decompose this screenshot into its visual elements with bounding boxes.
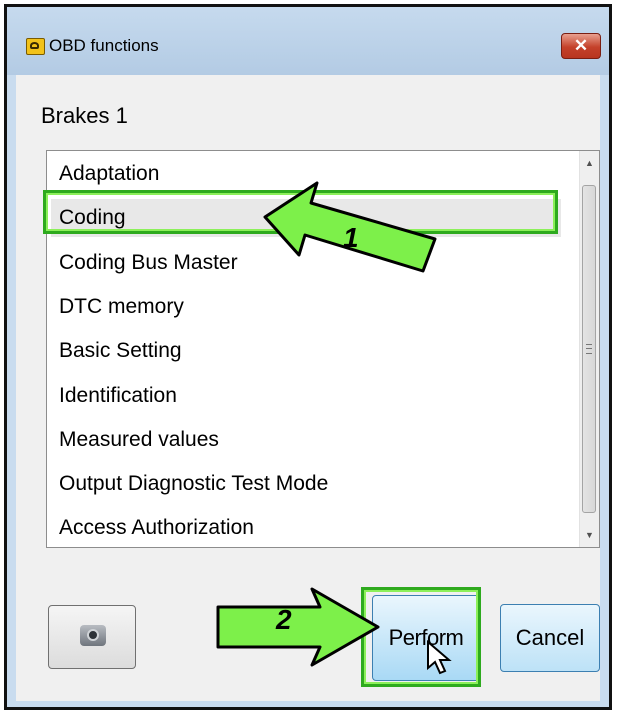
screenshot-button[interactable]: [48, 605, 136, 669]
callout-number-1: 1: [343, 222, 359, 253]
list-item-adaptation[interactable]: Adaptation: [59, 155, 159, 193]
list-item-coding-bus-master[interactable]: Coding Bus Master: [59, 244, 238, 282]
close-button[interactable]: ✕: [561, 33, 601, 59]
list-item-dtc-memory[interactable]: DTC memory: [59, 288, 184, 326]
window-title: OBD functions: [49, 36, 159, 55]
camera-icon: [80, 625, 106, 646]
mouse-cursor-icon: [427, 640, 452, 675]
callout-number-2: 2: [276, 604, 292, 635]
list-scrollbar[interactable]: ▲ ▼: [579, 151, 599, 547]
arrow-2-shape: [216, 587, 380, 667]
grip-icon: [586, 344, 592, 354]
cancel-button[interactable]: Cancel: [500, 604, 600, 672]
list-item-identification[interactable]: Identification: [59, 377, 177, 415]
scroll-up-icon[interactable]: ▲: [580, 153, 599, 173]
obd-app-icon: [26, 38, 45, 55]
scroll-thumb[interactable]: [582, 185, 596, 513]
callout-arrow-2: [216, 587, 380, 667]
list-item-output-diagnostic-test-mode[interactable]: Output Diagnostic Test Mode: [59, 465, 328, 503]
module-label: Brakes 1: [41, 103, 128, 128]
scroll-down-icon[interactable]: ▼: [580, 525, 599, 545]
list-item-basic-setting[interactable]: Basic Setting: [59, 332, 182, 370]
list-item-access-authorization[interactable]: Access Authorization: [59, 509, 254, 547]
list-item-measured-values[interactable]: Measured values: [59, 421, 219, 459]
title-bar[interactable]: OBD functions ✕: [7, 7, 609, 75]
